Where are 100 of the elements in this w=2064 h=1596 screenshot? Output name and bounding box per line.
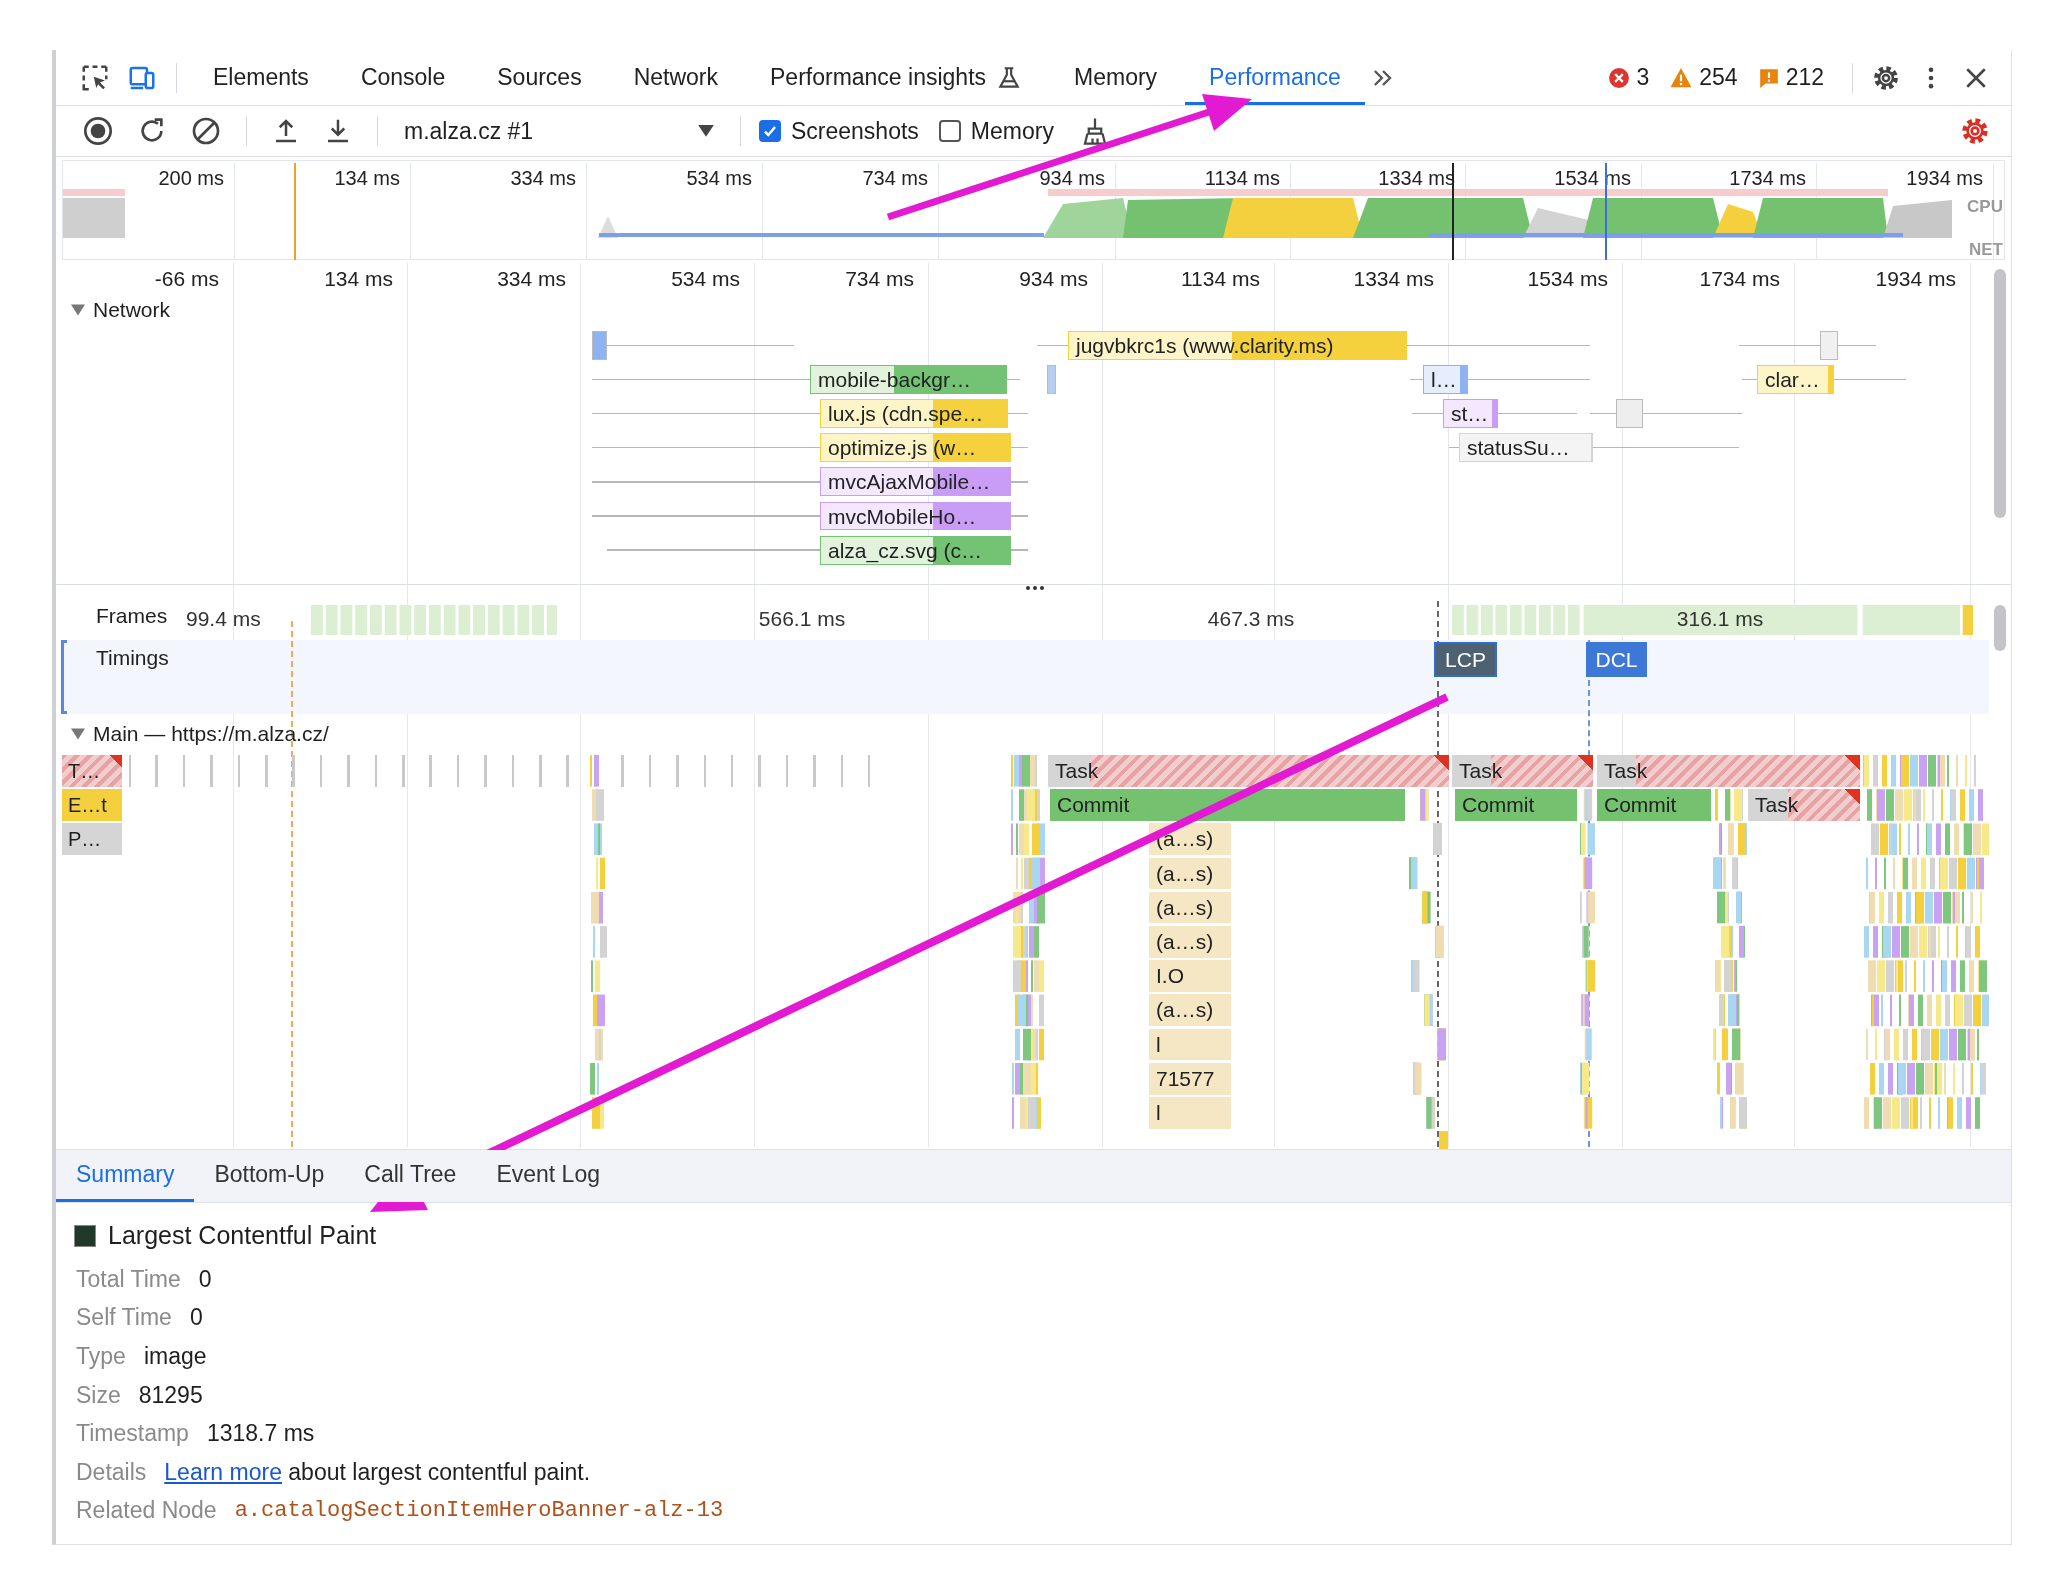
summary-label: Total Time [76, 1265, 181, 1293]
thread-row-label: P… [62, 823, 122, 855]
summary-value: 0 [198, 1265, 212, 1293]
summary-value: 81295 [138, 1381, 203, 1409]
long-task-strip [63, 189, 125, 196]
flame-event[interactable]: Commit [1455, 789, 1577, 821]
caret-icon [698, 124, 714, 138]
network-request-bar[interactable]: statusSu… [1459, 433, 1593, 462]
flame-event[interactable]: Task [1748, 789, 1860, 821]
track-title[interactable]: Network [93, 298, 171, 322]
flame-event[interactable]: Task [1048, 755, 1449, 787]
checkbox[interactable] [938, 120, 961, 142]
panel-tab[interactable]: Network [609, 50, 742, 105]
overview-time-label: 534 ms [686, 166, 752, 191]
summary-value: image [143, 1343, 207, 1370]
ruler-time-label: 1534 ms [1527, 266, 1608, 292]
event-color-swatch [74, 1224, 96, 1247]
track-title[interactable]: Frames [96, 604, 168, 628]
panel-tab[interactable]: Sources [473, 50, 606, 105]
frame-duration: 316.1 ms [1676, 606, 1764, 632]
learn-more-link[interactable]: Learn more [164, 1458, 282, 1485]
network-request-bar[interactable]: mobile-backgr… [810, 365, 1007, 394]
related-node-link[interactable]: a.catalogSectionItemHeroBanner-alz-13 [234, 1498, 724, 1524]
panel-tab[interactable]: Performance insights [746, 50, 1047, 105]
ruler-time-label: 334 ms [497, 266, 566, 292]
overview-time-label: 334 ms [510, 166, 576, 191]
recording-select[interactable]: m.alza.cz #1 [396, 117, 722, 145]
thread-row-label: E…t [62, 789, 122, 821]
panel-tab[interactable]: Console [336, 50, 470, 105]
overview-time-label: 200 ms [158, 166, 224, 191]
ruler-time-label: 934 ms [1019, 266, 1088, 292]
ruler-time-label: -66 ms [154, 266, 219, 292]
network-request-bar[interactable]: alza_cz.svg (c… [820, 536, 1011, 565]
issue-count[interactable]: 212 [1785, 64, 1824, 91]
ruler-time-label: 734 ms [845, 266, 914, 292]
record-icon[interactable] [82, 115, 114, 147]
flame-event[interactable]: (a…s) [1149, 892, 1231, 923]
summary-details-text: Learn more about largest contentful paint. [164, 1458, 591, 1486]
ruler-time-label: 1134 ms [1181, 266, 1260, 292]
ruler-time-label: 1934 ms [1875, 266, 1956, 292]
ruler-time-label: 534 ms [671, 266, 740, 292]
network-request-bar[interactable]: mvcMobileHo… [820, 502, 1011, 530]
expand-triangle-icon[interactable] [71, 303, 85, 317]
network-request-bar[interactable]: clar… [1757, 365, 1834, 394]
warning-icon [1669, 66, 1694, 89]
frame-duration: 467.3 ms [1207, 606, 1295, 632]
overview-time-label: 934 ms [1039, 166, 1105, 191]
scrollbar-thumb[interactable] [1994, 269, 2006, 518]
resize-handle-icon[interactable] [1025, 585, 1045, 591]
summary-label: Type [76, 1343, 126, 1370]
flame-event[interactable]: Task [1597, 755, 1860, 787]
summary-label: Self Time [76, 1304, 172, 1332]
overview-time-label: 1734 ms [1729, 166, 1806, 191]
summary-value: 0 [189, 1304, 203, 1332]
flame-event[interactable]: 71577 [1149, 1063, 1231, 1095]
ruler-time-label: 134 ms [324, 266, 393, 292]
flame-event[interactable]: Commit [1050, 789, 1405, 821]
flame-event[interactable]: Task [1452, 755, 1593, 787]
flame-event[interactable]: l [1149, 1097, 1231, 1129]
network-request-bar[interactable]: mvcAjaxMobile… [820, 467, 1011, 496]
flame-event[interactable]: (a…s) [1149, 994, 1231, 1026]
flame-event[interactable]: Commit [1597, 789, 1711, 821]
track-title[interactable]: Timings [96, 646, 169, 670]
summary-label: Details [76, 1458, 147, 1486]
lane-label: NET [1969, 240, 2003, 260]
track-title[interactable]: Main — https://m.alza.cz/ [93, 722, 329, 746]
cpu-activity-area [63, 198, 125, 238]
flame-event[interactable]: l [1149, 1029, 1231, 1060]
warning-count[interactable]: 254 [1699, 64, 1738, 91]
network-request-bar[interactable]: l… [1423, 365, 1468, 394]
ruler-time-label: 1334 ms [1353, 266, 1434, 292]
issue-icon [1757, 66, 1780, 89]
panel-tab[interactable]: Elements [189, 50, 333, 105]
error-icon [1608, 66, 1631, 89]
error-count[interactable]: 3 [1636, 64, 1650, 91]
checkbox-label[interactable]: Screenshots [791, 117, 919, 145]
scrollbar-thumb[interactable] [1994, 605, 2006, 651]
panel-tab[interactable]: Memory [1050, 50, 1182, 105]
flame-event[interactable]: I.O [1149, 960, 1231, 992]
checkbox[interactable] [759, 120, 781, 142]
flame-event[interactable]: (a…s) [1149, 926, 1231, 958]
lane-label: CPU [1967, 197, 2003, 217]
overview-time-label: 1134 ms [1204, 166, 1280, 191]
capture-settings-icon[interactable] [1959, 115, 1991, 147]
clear-icon[interactable] [190, 115, 222, 147]
summary-value: 1318.7 ms [206, 1420, 315, 1448]
checkbox-label[interactable]: Memory [970, 117, 1054, 145]
frame-duration: 566.1 ms [758, 606, 846, 632]
timing-marker[interactable]: LCP [1434, 642, 1497, 677]
ruler-time-label: 1734 ms [1699, 266, 1780, 292]
summary-title: Largest Contentful Paint [108, 1221, 377, 1250]
timing-marker[interactable]: DCL [1586, 642, 1647, 677]
summary-label: Size [76, 1381, 121, 1409]
flame-event[interactable]: (a…s) [1149, 858, 1231, 889]
thread-row-label: T… [62, 755, 122, 787]
overview-time-label: 734 ms [862, 166, 928, 191]
summary-label: Timestamp [76, 1420, 189, 1448]
expand-triangle-icon[interactable] [71, 727, 85, 741]
network-request-bar[interactable]: optimize.js (w… [820, 433, 1011, 462]
network-request-bar[interactable]: st… [1443, 399, 1498, 428]
